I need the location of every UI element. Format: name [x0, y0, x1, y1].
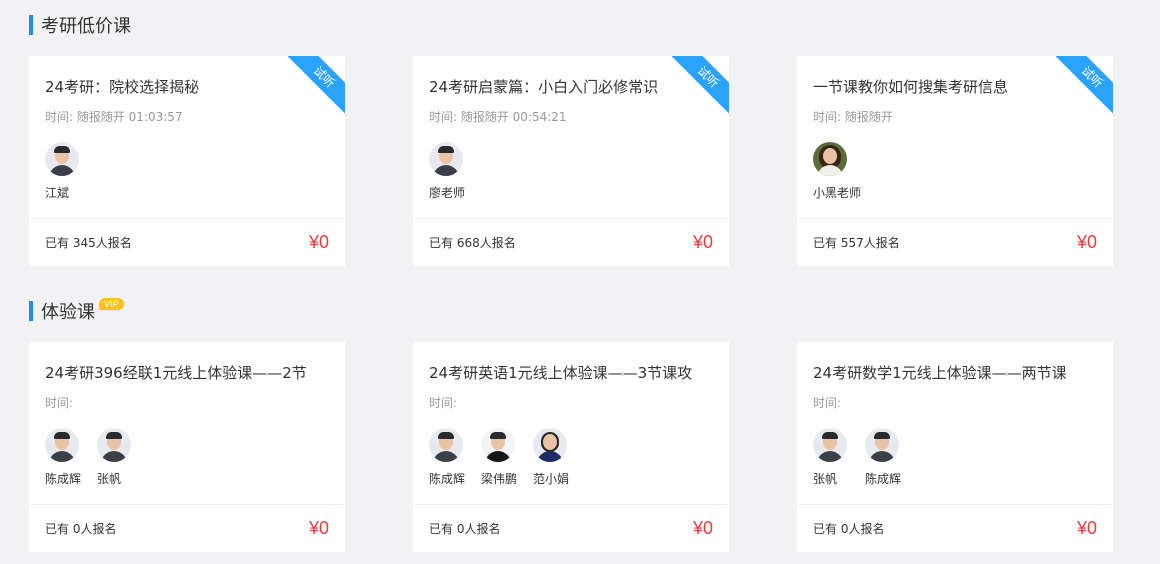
card-footer: 已有 668人报名 ¥0: [413, 218, 729, 266]
course-title[interactable]: 24考研启蒙篇：小白入门必修常识: [429, 76, 658, 97]
section-title-trial: 体验课 VIP: [29, 298, 124, 324]
course-time: 时间:: [429, 396, 458, 410]
section-accent-bar: [29, 15, 33, 35]
teacher: 江斌: [45, 142, 97, 201]
teacher-name: 张帆: [97, 472, 122, 486]
price: ¥0: [1076, 518, 1097, 538]
course-time: 时间: 随报随开 01:03:57: [45, 110, 183, 124]
enroll-count: 已有 0人报名: [813, 522, 885, 536]
teacher: 梁伟鹏: [481, 428, 533, 487]
course-title[interactable]: 一节课教你如何搜集考研信息: [813, 76, 1008, 97]
avatar: [45, 142, 79, 176]
teacher: 陈成辉: [865, 428, 917, 487]
course-card[interactable]: 试听 一节课教你如何搜集考研信息 时间: 随报随开 小黑老师 已有 557人报名…: [797, 56, 1113, 266]
teacher-name: 陈成辉: [865, 472, 902, 486]
teacher-name: 小黑老师: [813, 186, 862, 200]
teacher-list: 陈成辉 梁伟鹏 范小娟: [429, 428, 585, 487]
course-card[interactable]: 24考研396经联1元线上体验课——2节 时间: 陈成辉 张帆 已有 0人报名 …: [29, 342, 345, 552]
course-time: 时间: 随报随开: [813, 110, 893, 124]
enroll-count: 已有 345人报名: [45, 236, 132, 250]
course-time: 时间: 随报随开 00:54:21: [429, 110, 567, 124]
course-time: 时间:: [45, 396, 74, 410]
course-title[interactable]: 24考研：院校选择揭秘: [45, 76, 199, 97]
avatar: [429, 428, 463, 462]
price: ¥0: [692, 232, 713, 252]
enroll-count: 已有 557人报名: [813, 236, 900, 250]
teacher-name: 范小娟: [533, 472, 570, 486]
card-footer: 已有 0人报名 ¥0: [29, 504, 345, 552]
price: ¥0: [308, 232, 329, 252]
teacher-list: 张帆 陈成辉: [813, 428, 917, 487]
avatar: [813, 142, 847, 176]
teacher-list: 江斌: [45, 142, 97, 201]
course-card[interactable]: 24考研数学1元线上体验课——两节课 时间: 张帆 陈成辉 已有 0人报名 ¥0: [797, 342, 1113, 552]
teacher: 张帆: [813, 428, 865, 487]
course-title[interactable]: 24考研396经联1元线上体验课——2节: [45, 362, 307, 383]
teacher: 范小娟: [533, 428, 585, 487]
course-card[interactable]: 24考研英语1元线上体验课——3节课攻 时间: 陈成辉 梁伟鹏 范小娟 已有 0…: [413, 342, 729, 552]
teacher-name: 陈成辉: [429, 472, 466, 486]
teacher-name: 陈成辉: [45, 472, 82, 486]
avatar: [865, 428, 899, 462]
enroll-count: 已有 668人报名: [429, 236, 516, 250]
card-footer: 已有 0人报名 ¥0: [797, 504, 1113, 552]
teacher: 廖老师: [429, 142, 481, 201]
course-card[interactable]: 试听 24考研启蒙篇：小白入门必修常识 时间: 随报随开 00:54:21 廖老…: [413, 56, 729, 266]
teacher-name: 梁伟鹏: [481, 472, 518, 486]
course-title[interactable]: 24考研数学1元线上体验课——两节课: [813, 362, 1067, 383]
teacher-name: 江斌: [45, 186, 70, 200]
trial-badge: 试听: [284, 56, 345, 117]
teacher-list: 陈成辉 张帆: [45, 428, 149, 487]
teacher: 陈成辉: [429, 428, 481, 487]
price: ¥0: [1076, 232, 1097, 252]
course-time: 时间:: [813, 396, 842, 410]
card-footer: 已有 557人报名 ¥0: [797, 218, 1113, 266]
card-footer: 已有 345人报名 ¥0: [29, 218, 345, 266]
teacher-list: 廖老师: [429, 142, 481, 201]
teacher-name: 张帆: [813, 472, 838, 486]
avatar: [813, 428, 847, 462]
teacher: 陈成辉: [45, 428, 97, 487]
course-title[interactable]: 24考研英语1元线上体验课——3节课攻: [429, 362, 692, 383]
teacher-name: 廖老师: [429, 186, 466, 200]
price: ¥0: [308, 518, 329, 538]
enroll-count: 已有 0人报名: [429, 522, 501, 536]
section-accent-bar: [29, 301, 33, 321]
trial-badge: 试听: [668, 56, 729, 117]
trial-badge: 试听: [1052, 56, 1113, 117]
section-title-low-price: 考研低价课: [29, 12, 131, 38]
avatar: [533, 428, 567, 462]
enroll-count: 已有 0人报名: [45, 522, 117, 536]
vip-badge: VIP: [99, 298, 124, 310]
teacher: 张帆: [97, 428, 149, 487]
teacher: 小黑老师: [813, 142, 865, 201]
section-title-text: 体验课: [41, 302, 95, 323]
avatar: [429, 142, 463, 176]
card-footer: 已有 0人报名 ¥0: [413, 504, 729, 552]
avatar: [45, 428, 79, 462]
course-card[interactable]: 试听 24考研：院校选择揭秘 时间: 随报随开 01:03:57 江斌 已有 3…: [29, 56, 345, 266]
price: ¥0: [692, 518, 713, 538]
avatar: [97, 428, 131, 462]
section-title-text: 考研低价课: [41, 16, 131, 37]
teacher-list: 小黑老师: [813, 142, 865, 201]
avatar: [481, 428, 515, 462]
